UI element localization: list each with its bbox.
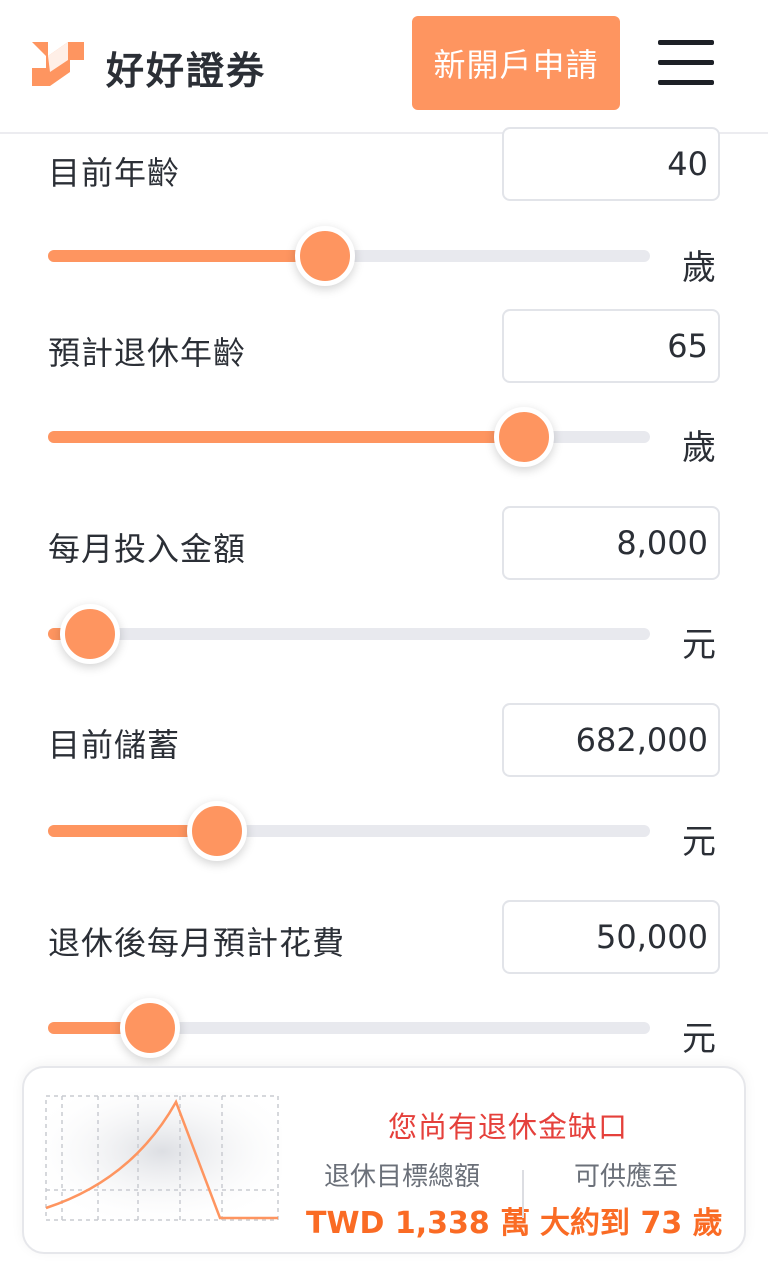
monthly-investment-slider[interactable]: [48, 604, 650, 664]
retirement-gap-warning: 您尚有退休金缺口: [388, 1110, 629, 1144]
post-retirement-expense-input[interactable]: [502, 900, 720, 974]
slider-thumb[interactable]: [186, 801, 247, 861]
retirement-trend-mini-chart: [42, 1092, 282, 1224]
summary-divider: [522, 1170, 524, 1218]
current-savings-input[interactable]: [502, 703, 720, 777]
post-retirement-expense-label: 退休後每月預計花費: [48, 924, 346, 962]
slider-thumb[interactable]: [294, 226, 355, 286]
monthly-investment-label: 每月投入金額: [48, 530, 247, 568]
slider-thumb[interactable]: [120, 998, 181, 1058]
retirement-age-unit: 歲: [682, 428, 716, 468]
target-total-value: TWD 1,338 萬: [306, 1206, 531, 1241]
current-age-input[interactable]: [502, 127, 720, 201]
current-savings-label: 目前儲蓄: [48, 726, 181, 764]
current-age-label: 目前年齡: [48, 154, 181, 192]
retirement-summary-card[interactable]: 您尚有退休金缺口 退休目標總額 TWD 1,338 萬 可供應至 大約到 73 …: [22, 1066, 746, 1254]
slider-thumb[interactable]: [60, 604, 121, 664]
retirement-age-label: 預計退休年齡: [48, 334, 247, 372]
post-retirement-expense-slider[interactable]: [48, 998, 650, 1058]
current-age-slider[interactable]: [48, 226, 650, 286]
open-account-button[interactable]: 新開戶申請: [412, 16, 620, 110]
target-total-label: 退休目標總額: [324, 1162, 481, 1192]
monthly-investment-input[interactable]: [502, 506, 720, 580]
brand-logo-icon[interactable]: [30, 38, 86, 90]
slider-track: [48, 628, 650, 640]
current-savings-slider[interactable]: [48, 801, 650, 861]
brand-name: 好好證券: [106, 49, 267, 93]
slider-fill: [48, 250, 325, 262]
monthly-investment-unit: 元: [682, 625, 716, 665]
supply-until-value: 大約到 73 歲: [540, 1206, 723, 1241]
hamburger-menu-icon[interactable]: [658, 40, 714, 86]
current-savings-unit: 元: [682, 822, 716, 862]
retirement-age-slider[interactable]: [48, 407, 650, 467]
post-retirement-expense-unit: 元: [682, 1019, 716, 1059]
slider-thumb[interactable]: [493, 407, 554, 467]
supply-until-label: 可供應至: [574, 1162, 679, 1192]
retirement-age-input[interactable]: [502, 309, 720, 383]
app-header: 好好證券 新開戶申請: [0, 0, 768, 134]
slider-fill: [48, 431, 524, 443]
current-age-unit: 歲: [682, 248, 716, 288]
